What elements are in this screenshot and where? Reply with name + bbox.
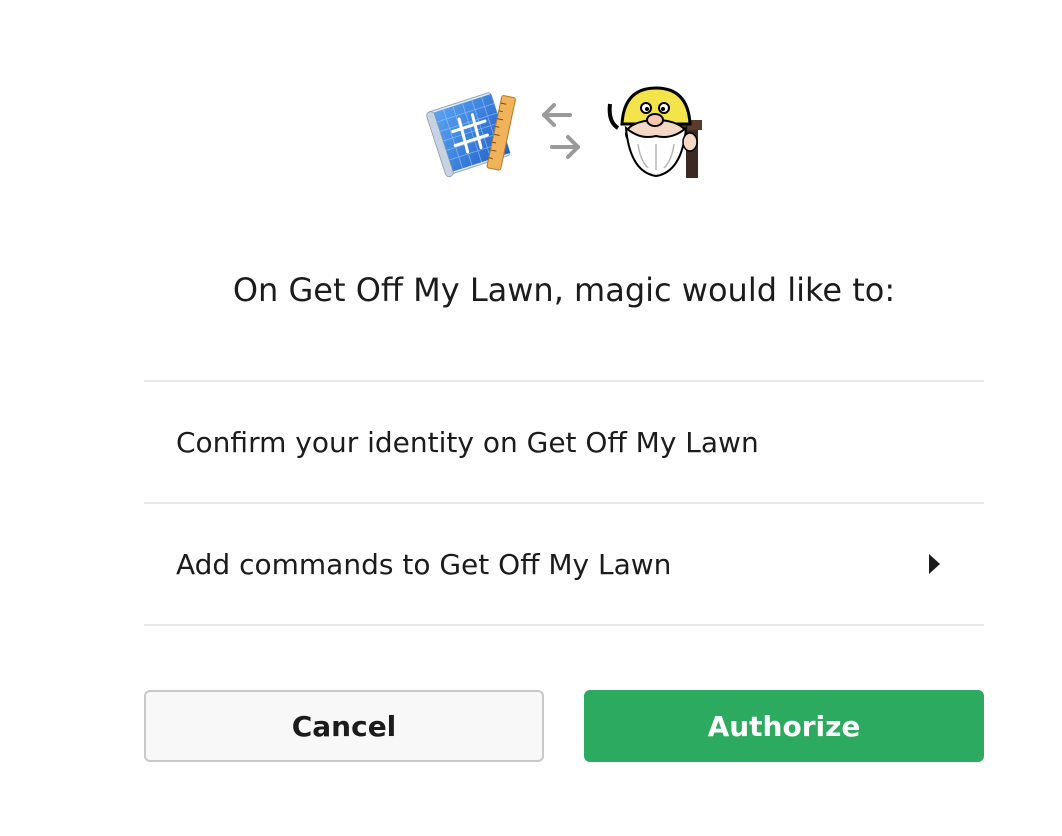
- authorize-button[interactable]: Authorize: [584, 690, 984, 762]
- blueprint-ruler-icon: [426, 92, 516, 178]
- page-title: On Get Off My Lawn, magic would like to:: [232, 271, 896, 309]
- app-connection-icons: [0, 84, 1062, 180]
- permission-label: Confirm your identity on Get Off My Lawn: [176, 425, 759, 459]
- cancel-button[interactable]: Cancel: [144, 690, 544, 762]
- permission-list: Confirm your identity on Get Off My Lawn…: [144, 380, 984, 626]
- caret-right-icon[interactable]: [929, 554, 940, 574]
- permission-label: Add commands to Get Off My Lawn: [176, 547, 672, 581]
- permission-item-add-commands[interactable]: Add commands to Get Off My Lawn: [144, 504, 984, 626]
- permission-item-confirm-identity: Confirm your identity on Get Off My Lawn: [144, 382, 984, 504]
- swap-arrows-icon: [542, 103, 580, 159]
- oauth-authorize-dialog: On Get Off My Lawn, magic would like to:…: [0, 0, 1062, 836]
- grumpy-wizard-workspace-icon: [607, 86, 702, 178]
